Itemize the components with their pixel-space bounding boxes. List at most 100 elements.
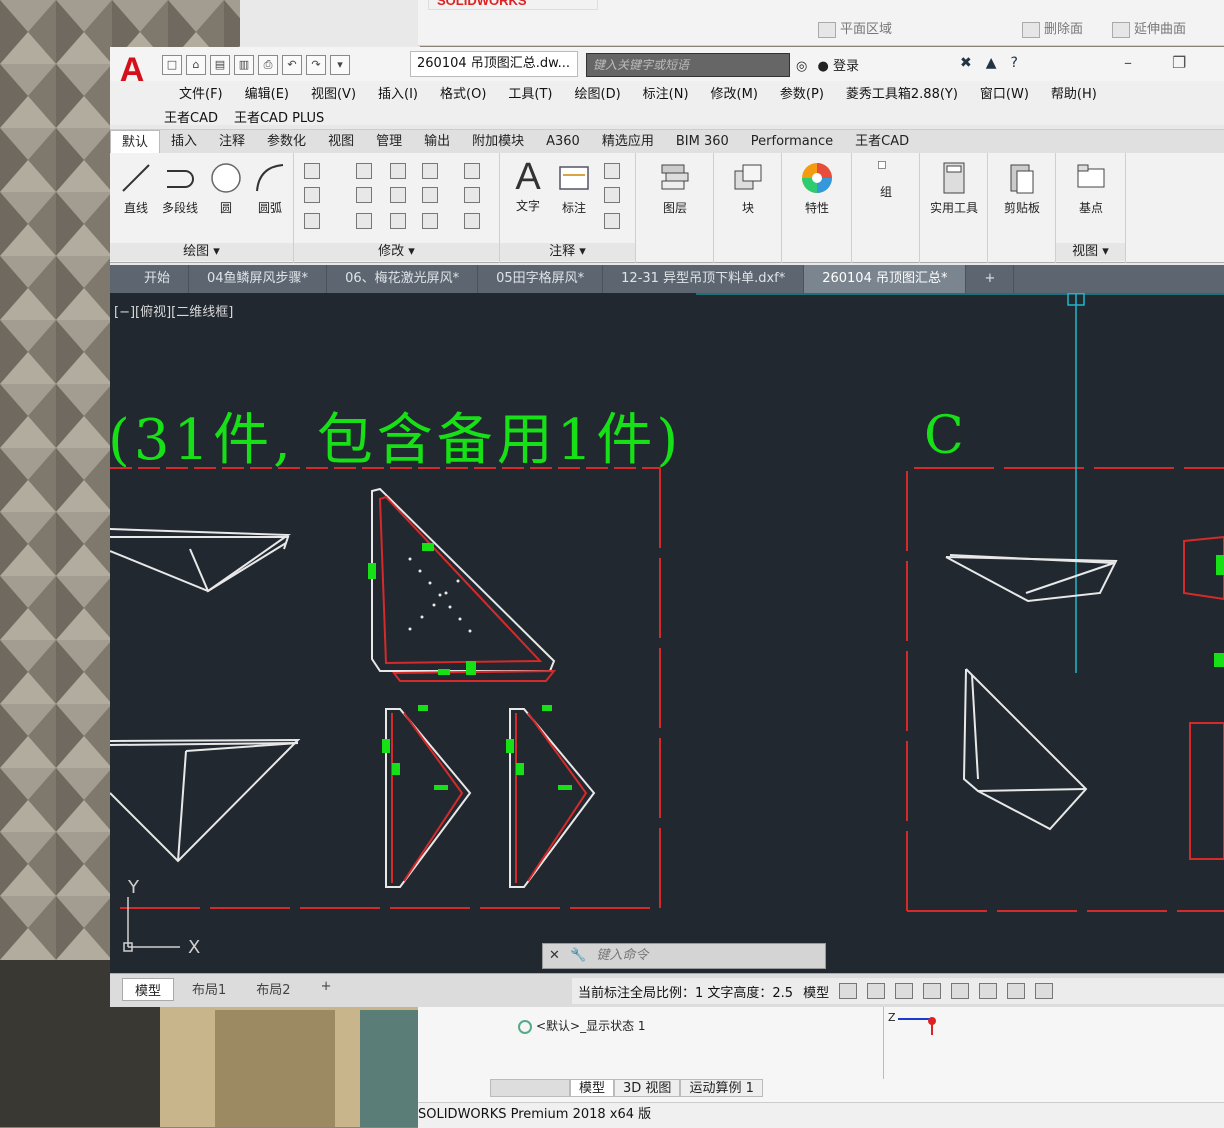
- leader-icon[interactable]: [604, 163, 620, 179]
- menu-draw[interactable]: 绘图(D): [564, 83, 632, 102]
- stretch-icon[interactable]: [356, 213, 372, 229]
- utilities-tool[interactable]: 实用工具: [922, 161, 986, 216]
- layers-tool[interactable]: 图层: [642, 161, 708, 216]
- tab-manage[interactable]: 管理: [365, 130, 413, 153]
- scale-icon[interactable]: [390, 213, 406, 229]
- tab-model[interactable]: 模型: [570, 1079, 615, 1097]
- fillet-icon[interactable]: [422, 187, 438, 203]
- new-icon[interactable]: □: [162, 55, 182, 75]
- array-icon[interactable]: [422, 213, 438, 229]
- tab-scroll-buttons[interactable]: [490, 1079, 570, 1097]
- menu-wangzhe-cad-plus[interactable]: 王者CAD PLUS: [234, 107, 324, 126]
- group-tool[interactable]: 组: [856, 159, 916, 200]
- snap-icon[interactable]: [867, 983, 886, 999]
- file-tab-06[interactable]: 06、梅花激光屏风*: [327, 265, 479, 293]
- clipboard-tool[interactable]: 剪贴板: [990, 161, 1054, 216]
- trim-icon[interactable]: [422, 163, 438, 179]
- keyword-search-input[interactable]: 键入关键字或短语: [586, 53, 790, 77]
- osnap-icon[interactable]: [951, 983, 970, 999]
- line-tool[interactable]: 直线: [116, 161, 156, 216]
- polyline-tool[interactable]: 多段线: [158, 161, 202, 216]
- tab-a360[interactable]: A360: [535, 130, 591, 153]
- polar-icon[interactable]: [923, 983, 942, 999]
- tab-view[interactable]: 视图: [317, 130, 365, 153]
- explode-icon[interactable]: [464, 187, 480, 203]
- tab-addins[interactable]: 附加模块: [461, 130, 535, 153]
- grid-icon[interactable]: [839, 983, 858, 999]
- binoculars-icon[interactable]: ◎: [796, 59, 807, 74]
- command-line-input[interactable]: ✕ 🔧 键入命令: [542, 943, 826, 969]
- hatch-icon[interactable]: [304, 187, 320, 203]
- dimension-tool[interactable]: 标注: [552, 161, 596, 216]
- add-layout-button[interactable]: +: [309, 978, 344, 1001]
- file-tab-12-31[interactable]: 12-31 异型吊顶下料单.dxf*: [603, 265, 805, 293]
- ortho-icon[interactable]: [895, 983, 914, 999]
- tab-parametric[interactable]: 参数化: [256, 130, 317, 153]
- print-icon[interactable]: ⎙: [258, 55, 278, 75]
- boundary-icon[interactable]: [304, 213, 320, 229]
- file-tab-260104[interactable]: 260104 吊顶图汇总*: [804, 265, 967, 293]
- menu-format[interactable]: 格式(O): [429, 83, 497, 102]
- open-icon[interactable]: ⌂: [186, 55, 206, 75]
- save-as-icon[interactable]: ▥: [234, 55, 254, 75]
- block-tool[interactable]: 块: [718, 161, 778, 216]
- tab-annotate[interactable]: 注释: [208, 130, 256, 153]
- undo-icon[interactable]: ↶: [282, 55, 302, 75]
- menu-window[interactable]: 窗口(W): [969, 83, 1040, 102]
- tab-featured-apps[interactable]: 精选应用: [591, 130, 665, 153]
- menu-tools[interactable]: 工具(T): [497, 83, 563, 102]
- close-command-icon[interactable]: ✕: [549, 948, 560, 963]
- multileader-icon[interactable]: [604, 187, 620, 203]
- copy-icon[interactable]: [356, 187, 372, 203]
- offset-icon[interactable]: [464, 213, 480, 229]
- tab-3d-view[interactable]: 3D 视图: [614, 1079, 681, 1097]
- tab-default[interactable]: 默认: [110, 130, 161, 153]
- menu-help[interactable]: 帮助(H): [1040, 83, 1108, 102]
- layout-tab-model[interactable]: 模型: [122, 978, 175, 1001]
- erase-icon[interactable]: [464, 163, 480, 179]
- file-tab-05[interactable]: 05田字格屏风*: [478, 265, 604, 293]
- menu-edit[interactable]: 编辑(E): [234, 83, 300, 102]
- redo-icon[interactable]: ↷: [306, 55, 326, 75]
- tab-output[interactable]: 输出: [413, 130, 461, 153]
- menu-modify[interactable]: 修改(M): [700, 83, 769, 102]
- move-icon[interactable]: [356, 163, 372, 179]
- properties-tool[interactable]: 特性: [786, 161, 848, 216]
- table-icon[interactable]: [604, 213, 620, 229]
- rotate-icon[interactable]: [390, 163, 406, 179]
- file-tab-start[interactable]: 开始: [110, 265, 190, 293]
- a360-icon[interactable]: ▲: [986, 55, 997, 71]
- customize-icon[interactable]: [1035, 983, 1054, 999]
- modify-panel-label[interactable]: 修改 ▾: [294, 243, 499, 261]
- tab-performance[interactable]: Performance: [740, 130, 844, 153]
- menu-toolbox[interactable]: 菱秀工具箱2.88(Y): [835, 83, 969, 102]
- tab-bim360[interactable]: BIM 360: [665, 130, 740, 153]
- menu-view[interactable]: 视图(V): [300, 83, 367, 102]
- layout-tab-2[interactable]: 布局2: [244, 978, 302, 1001]
- minimize-button[interactable]: –: [1124, 53, 1132, 72]
- workspace-icon[interactable]: [1007, 983, 1026, 999]
- annotation-panel-label[interactable]: 注释 ▾: [500, 243, 635, 261]
- layout-tab-1[interactable]: 布局1: [180, 978, 238, 1001]
- annotation-scale-icon[interactable]: [979, 983, 998, 999]
- mirror-icon[interactable]: [390, 187, 406, 203]
- text-tool[interactable]: A 文字: [506, 157, 550, 214]
- tab-insert[interactable]: 插入: [160, 130, 208, 153]
- arc-tool[interactable]: 圆弧: [250, 161, 290, 216]
- tab-wangzhe-cad[interactable]: 王者CAD: [844, 130, 920, 153]
- menu-dimension[interactable]: 标注(N): [632, 83, 700, 102]
- planar-surface-command[interactable]: 平面区域: [818, 18, 892, 38]
- exchange-icon[interactable]: ✖: [960, 55, 972, 71]
- qat-dropdown-icon[interactable]: ▾: [330, 55, 350, 75]
- save-icon[interactable]: ▤: [210, 55, 230, 75]
- tab-motion-study[interactable]: 运动算例 1: [680, 1079, 763, 1097]
- new-tab-button[interactable]: +: [966, 265, 1015, 293]
- login-button[interactable]: ◎ ● 登录: [796, 55, 859, 74]
- menu-wangzhe-cad[interactable]: 王者CAD: [164, 107, 218, 126]
- menu-insert[interactable]: 插入(I): [367, 83, 429, 102]
- circle-tool[interactable]: 圆: [206, 161, 246, 216]
- menu-file[interactable]: 文件(F): [168, 83, 234, 102]
- drawing-canvas[interactable]: [−][俯视][二维线框] (31件, 包含备用1件) C Y X ✕ 🔧 键入…: [110, 293, 1224, 973]
- draw-panel-label[interactable]: 绘图 ▾: [110, 243, 293, 261]
- extend-surface-command[interactable]: 延伸曲面: [1112, 18, 1186, 38]
